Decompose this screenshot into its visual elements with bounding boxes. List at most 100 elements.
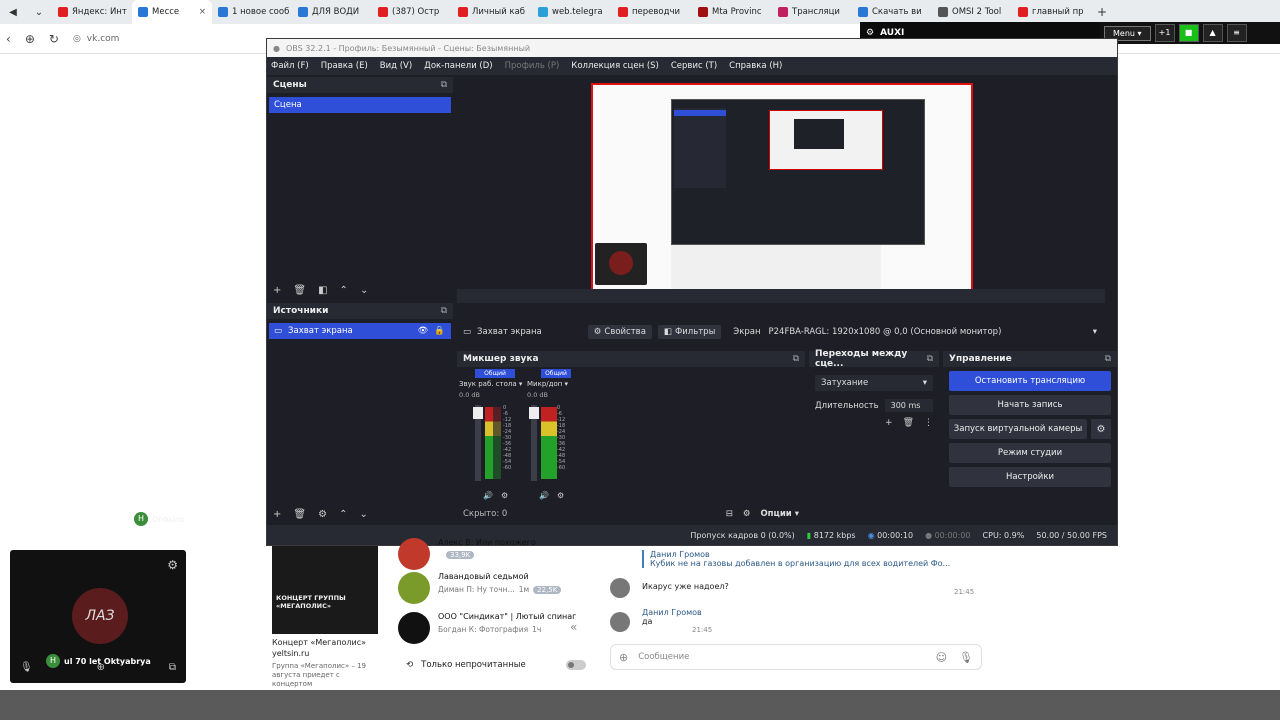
chat-row[interactable]: Алекс В: Или похожего 33,9K [398, 538, 588, 570]
reload-icon[interactable]: ↻ [49, 32, 59, 46]
advanced-audio-icon[interactable]: ⚙ [743, 509, 751, 519]
close-icon[interactable]: × [199, 7, 206, 17]
hamburger-icon[interactable]: ≡ [1226, 24, 1247, 42]
speaker-icon[interactable]: 🔊 [483, 491, 493, 500]
menu-item[interactable]: Файл (F) [271, 61, 309, 71]
sources-header: Источники ⧉ [267, 303, 453, 319]
browser-tab[interactable]: (387) Остр [372, 0, 452, 24]
options-button[interactable]: Опции ▾ [760, 509, 799, 519]
plus-one-button[interactable]: +1 [1154, 24, 1175, 42]
menu-item[interactable]: Док-панели (D) [424, 61, 492, 71]
screen-select[interactable]: P24FBA-RAGL: 1920x1080 @ 0,0 (Основной м… [769, 327, 1105, 337]
message-input[interactable]: ⊕ Сообщение ☺ 🎙 [610, 644, 982, 670]
browser-tab[interactable]: Яндекс: Инт [52, 0, 132, 24]
trash-icon[interactable]: 🗑 [293, 285, 306, 296]
gear-icon[interactable]: ⚙ [318, 509, 327, 520]
preview-zoom-bar [457, 289, 1105, 303]
browser-tab[interactable]: переводчи [612, 0, 692, 24]
green-stop-icon[interactable]: ■ [1178, 24, 1199, 42]
menu-item[interactable]: Правка (E) [321, 61, 368, 71]
menu-item[interactable]: Сервис (T) [671, 61, 717, 71]
preview-area[interactable] [457, 77, 1105, 303]
unread-toggle[interactable] [566, 660, 586, 670]
filter-icon[interactable]: ◧ [318, 285, 327, 296]
chat-row[interactable]: Лавандовый седьмой Диман П: Ну точн... 1м 2… [398, 572, 588, 604]
browser-tab[interactable]: ДЛЯ ВОДИ [292, 0, 372, 24]
trash-icon[interactable]: 🗑 [903, 418, 914, 428]
transition-select[interactable]: Затухание ▾ [815, 375, 933, 391]
add-icon[interactable]: + [885, 418, 893, 428]
unread-only-filter[interactable]: ⟲ Только непрочитанные [406, 660, 586, 670]
scene-item[interactable]: Сцена [269, 97, 451, 113]
browser-tab[interactable]: главный пр [1012, 0, 1092, 24]
trash-icon[interactable]: 🗑 [293, 509, 306, 520]
post-title[interactable]: Концерт «Мегаполис» [272, 638, 378, 647]
up-arrow-icon[interactable]: ▲ [1202, 24, 1223, 42]
volume-fader[interactable] [473, 405, 483, 481]
transitions-header: Переходы между сце... ⧉ [809, 349, 939, 369]
mic-icon[interactable]: 🎙 [20, 662, 33, 673]
menu-item[interactable]: Вид (V) [380, 61, 412, 71]
avatar[interactable] [610, 578, 630, 598]
virtual-camera-button[interactable]: Запуск виртуальной камеры [949, 419, 1087, 439]
mic-icon[interactable]: 🎙 [959, 651, 973, 664]
browser-tab[interactable]: Мессе × [132, 0, 212, 24]
gear-icon[interactable]: ⚙ [167, 558, 178, 572]
tab-list-icon[interactable]: ⌄ [26, 7, 52, 18]
browser-tab[interactable]: OMSI 2 Tool [932, 0, 1012, 24]
avatar[interactable] [610, 612, 630, 632]
browser-tab[interactable]: Трансляци [772, 0, 852, 24]
menu-item[interactable]: Справка (H) [729, 61, 782, 71]
start-record-button[interactable]: Начать запись [949, 395, 1111, 415]
add-icon[interactable]: ⊕ [97, 662, 105, 673]
preview-canvas[interactable] [591, 83, 973, 295]
down-icon[interactable]: ⌄ [360, 285, 368, 296]
settings-button[interactable]: Настройки [949, 467, 1111, 487]
popout-icon[interactable]: ⧉ [441, 306, 447, 316]
down-icon[interactable]: ⌄ [359, 509, 367, 520]
speaker-icon[interactable]: 🔊 [539, 491, 549, 500]
gear-icon[interactable]: ⚙ [1091, 419, 1111, 439]
vk-ad-post[interactable]: КОНЦЕРТ ГРУППЫ «МЕГАПОЛИС» Концерт «Мега… [272, 546, 378, 690]
lock-icon[interactable]: 🔒 [434, 326, 445, 336]
volume-fader[interactable] [529, 405, 539, 481]
menu-item[interactable]: Коллекция сцен (S) [571, 61, 659, 71]
more-icon[interactable]: ⋮ [924, 418, 933, 428]
emoji-icon[interactable]: ☺ [936, 651, 947, 664]
chat-row[interactable]: ООО "Синдикат" | Лютый спинаг Богдан К: Ф… [398, 612, 588, 644]
post-site[interactable]: yeltsin.ru [272, 649, 378, 658]
up-icon[interactable]: ⌃ [340, 285, 348, 296]
layout-icon[interactable]: ⊟ [726, 509, 733, 519]
up-icon[interactable]: ⌃ [339, 509, 347, 520]
add-icon[interactable]: + [273, 285, 281, 296]
studio-mode-button[interactable]: Режим студии [949, 443, 1111, 463]
filters-button[interactable]: ◧ Фильтры [657, 325, 722, 339]
duration-input[interactable]: 300 ms [884, 399, 933, 412]
browser-tab[interactable]: Mta Provinc [692, 0, 772, 24]
popout-icon[interactable]: ⧉ [441, 80, 447, 90]
screen-share-icon[interactable]: ⧉ [169, 662, 176, 673]
eye-icon[interactable]: 👁 [418, 326, 429, 336]
add-icon[interactable]: + [273, 509, 281, 520]
popout-icon[interactable]: ⧉ [793, 354, 799, 364]
browser-tab[interactable]: web.telegra [532, 0, 612, 24]
chevron-down-icon: ▾ [922, 378, 927, 388]
settings-icon[interactable]: ⚙ [501, 491, 508, 500]
window-menu-icon[interactable]: ◀ [0, 7, 26, 18]
new-tab-button[interactable]: + [1092, 5, 1112, 19]
properties-button[interactable]: ⚙ Свойства [587, 325, 652, 339]
source-item[interactable]: ▭ Захват экрана 👁 🔒 [269, 323, 451, 339]
address-field[interactable]: ◎ vk.com [73, 34, 119, 44]
menu-item[interactable]: Профиль (P) [505, 61, 560, 71]
attach-icon[interactable]: ⊕ [619, 651, 628, 664]
settings-icon[interactable]: ⚙ [557, 491, 564, 500]
browser-tab[interactable]: Скачать ви [852, 0, 932, 24]
browser-tab[interactable]: 1 новое сооб [212, 0, 292, 24]
bookmark-icon[interactable]: ⊕ [25, 32, 35, 46]
popout-icon[interactable]: ⧉ [1105, 354, 1111, 364]
popout-icon[interactable]: ⧉ [927, 354, 933, 364]
back-icon[interactable]: ‹ [6, 32, 11, 46]
collapse-icon[interactable]: « [570, 620, 577, 634]
stop-stream-button[interactable]: Остановить трансляцию [949, 371, 1111, 391]
browser-tab[interactable]: Личный каб [452, 0, 532, 24]
